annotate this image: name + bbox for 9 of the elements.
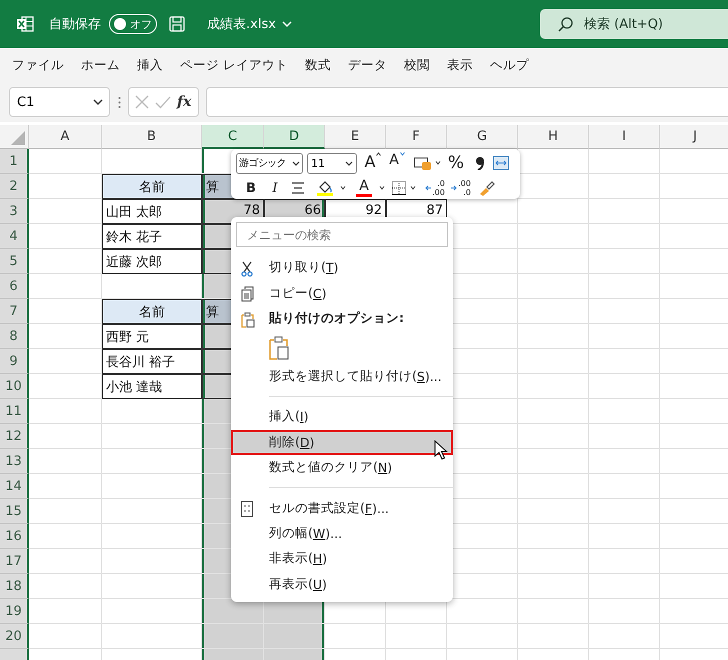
table-cell: 名前 — [102, 174, 202, 199]
autosave-label: 自動保存 — [49, 16, 101, 33]
table-cell: 近藤 次郎 — [102, 249, 202, 274]
table-cell: 西野 元 — [102, 324, 202, 349]
table-cell: 名前 — [102, 299, 202, 324]
table-cell: 鈴木 花子 — [102, 224, 202, 249]
table-cell: 長谷川 裕子 — [102, 349, 202, 374]
table-cell: 小池 達哉 — [102, 374, 202, 399]
table-cell: 山田 太郎 — [102, 199, 202, 224]
